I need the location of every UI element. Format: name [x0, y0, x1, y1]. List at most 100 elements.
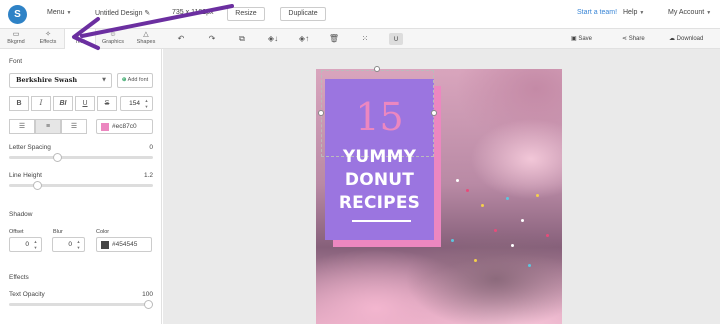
shadow-color-value: #454545 — [112, 241, 138, 248]
chevron-down-icon: ▼ — [102, 77, 106, 83]
shadow-color-swatch[interactable] — [101, 241, 109, 249]
align-left-button[interactable]: ☰ — [9, 119, 35, 134]
tab-label: Graphics — [101, 39, 124, 45]
share-label: Share — [628, 36, 645, 42]
download-button[interactable]: ☁ Download — [669, 35, 703, 42]
title-underline[interactable] — [352, 220, 411, 222]
text-color-swatch[interactable] — [101, 123, 109, 131]
text-opacity-slider-thumb[interactable] — [144, 300, 153, 309]
shadow-color-field[interactable]: #454545 — [96, 237, 152, 252]
background-icon: ▭ — [12, 31, 20, 38]
title-line-1[interactable]: YUMMY — [325, 146, 434, 168]
start-team-link[interactable]: Start a team! — [577, 9, 617, 16]
undo-icon[interactable]: ↶ — [174, 33, 188, 45]
save-label: Save — [578, 36, 593, 42]
tab-label: Shapes — [136, 39, 156, 45]
stepper-arrows-icon[interactable]: ▲ ▼ — [32, 239, 39, 251]
shadow-offset-value: 0 — [25, 241, 29, 248]
share-icon: ⋖ — [622, 36, 628, 42]
font-size-stepper[interactable]: 154 ▲ ▼ — [120, 96, 153, 111]
send-backward-icon[interactable]: ◈↓ — [264, 33, 282, 45]
italic-button[interactable]: I — [31, 96, 51, 111]
line-height-slider[interactable] — [9, 181, 153, 190]
editor-toolbar: ↶ ↷ ⧉ ◈↓ ◈↑ 🗑 ⁙ ∪ ▣ Save ⋖ Share ☁ Downl… — [162, 29, 720, 49]
tab-graphics[interactable]: ☺ Graphics — [97, 29, 129, 49]
pencil-icon: ✎ — [144, 10, 151, 17]
design-title[interactable]: Untitled Design ✎ — [95, 9, 150, 17]
tab-label: Text — [74, 39, 86, 45]
tab-text[interactable]: A Text — [64, 29, 96, 49]
save-button[interactable]: ▣ Save — [571, 35, 592, 42]
redo-icon[interactable]: ↷ — [205, 33, 219, 45]
top-bar: S Menu ▼ Untitled Design ✎ 735 x 1102px R… — [0, 0, 720, 29]
sprinkle — [456, 179, 459, 182]
bring-forward-icon[interactable]: ◈↑ — [295, 33, 313, 45]
rotate-handle[interactable] — [374, 66, 380, 72]
tab-effects[interactable]: ✧ Effects — [32, 29, 64, 49]
sprinkle — [481, 204, 484, 207]
chevron-down-icon: ▼ — [66, 10, 72, 16]
account-menu[interactable]: My Account ▼ — [668, 9, 711, 16]
text-icon: A — [77, 30, 83, 39]
line-height-label: Line Height — [9, 172, 42, 179]
help-menu[interactable]: Help ▼ — [623, 9, 644, 16]
design-size: 735 x 1102px — [172, 9, 214, 16]
text-color-field[interactable]: #ec87c0 — [96, 119, 153, 134]
stepper-arrows-icon[interactable]: ▲ ▼ — [143, 98, 150, 110]
resize-button[interactable]: Resize — [227, 7, 265, 21]
font-size-value: 154 — [129, 100, 140, 107]
add-font-button[interactable]: ⊕ Add font — [117, 73, 153, 88]
title-line-3[interactable]: RECIPES — [325, 192, 434, 214]
number-text[interactable]: 15 — [325, 96, 434, 138]
strikethrough-button[interactable]: S — [97, 96, 117, 111]
tab-background[interactable]: ▭ Bkgrnd — [0, 29, 32, 49]
sprinkle — [521, 219, 524, 222]
letter-spacing-slider[interactable] — [9, 153, 153, 162]
share-button[interactable]: ⋖ Share — [622, 35, 645, 42]
menu-button[interactable]: Menu ▼ — [47, 9, 71, 16]
copy-icon[interactable]: ⧉ — [235, 33, 249, 45]
graphics-icon: ☺ — [109, 31, 117, 38]
underline-button[interactable]: U — [75, 96, 95, 111]
align-center-button[interactable]: ≡ — [35, 119, 61, 134]
shadow-blur-stepper[interactable]: 0 ▲ ▼ — [52, 237, 85, 252]
sprinkle — [546, 234, 549, 237]
cloud-download-icon: ☁ — [669, 36, 675, 42]
align-right-button[interactable]: ☰ — [61, 119, 87, 134]
plus-icon: ⊕ — [121, 77, 127, 83]
text-opacity-slider[interactable] — [9, 300, 153, 309]
align-left-icon: ☰ — [18, 123, 26, 130]
account-label: My Account — [668, 9, 705, 16]
align-right-icon: ☰ — [70, 123, 78, 130]
duplicate-button[interactable]: Duplicate — [280, 7, 326, 21]
effects-section-title: Effects — [9, 274, 29, 281]
line-height-slider-thumb[interactable] — [33, 181, 42, 190]
font-family-select[interactable]: Berkshire Swash ▼ — [9, 73, 112, 88]
stepper-arrows-icon[interactable]: ▲ ▼ — [75, 239, 82, 251]
sprinkle — [494, 229, 497, 232]
app-logo[interactable]: S — [8, 5, 27, 24]
letter-spacing-slider-thumb[interactable] — [53, 153, 62, 162]
shapes-icon: △ — [143, 31, 149, 38]
align-center-icon: ≡ — [45, 123, 51, 130]
trash-icon[interactable]: 🗑 — [327, 33, 341, 45]
chevron-down-icon: ▼ — [706, 10, 712, 16]
sprinkle — [511, 244, 514, 247]
text-opacity-label: Text Opacity — [9, 291, 45, 298]
design-title-text: Untitled Design — [95, 10, 143, 17]
shadow-offset-stepper[interactable]: 0 ▲ ▼ — [9, 237, 42, 252]
text-opacity-value: 100 — [142, 291, 153, 298]
bold-italic-button[interactable]: BI — [53, 96, 73, 111]
title-line-2[interactable]: DONUT — [325, 169, 434, 191]
sprinkle — [451, 239, 454, 242]
magnet-icon[interactable]: ∪ — [389, 33, 403, 45]
resize-handle-left[interactable] — [318, 110, 324, 116]
sprinkle — [528, 264, 531, 267]
menu-label: Menu — [47, 9, 65, 16]
bold-button[interactable]: B — [9, 96, 29, 111]
tab-shapes[interactable]: △ Shapes — [130, 29, 162, 49]
shadow-blur-value: 0 — [68, 241, 72, 248]
grid-icon[interactable]: ⁙ — [358, 33, 372, 45]
chevron-down-icon: ▼ — [639, 10, 645, 16]
sprinkle — [536, 194, 539, 197]
